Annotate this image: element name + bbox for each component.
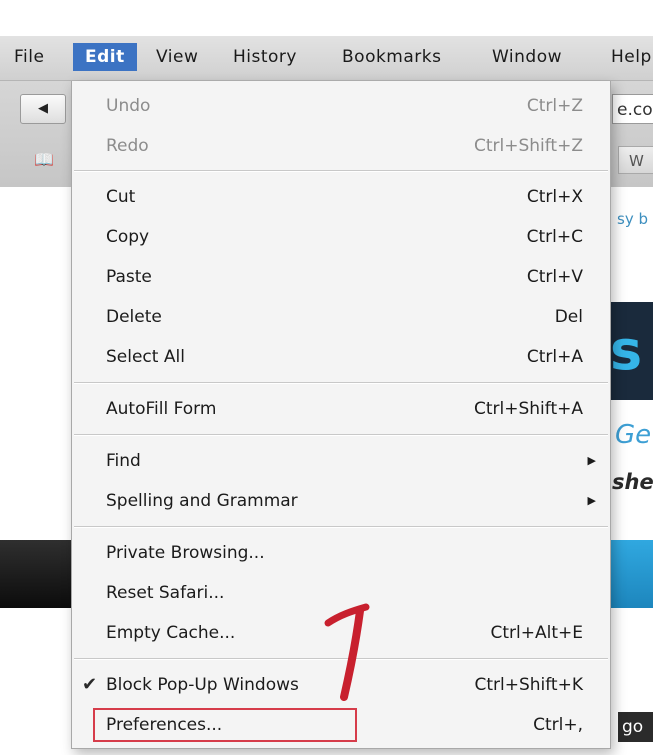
menu-item-autofill-form[interactable]: AutoFill Form Ctrl+Shift+A	[72, 391, 610, 427]
page-banner-fragment: s	[610, 302, 653, 400]
menu-edit[interactable]: Edit	[73, 43, 137, 71]
menu-item-label: Copy	[106, 227, 150, 247]
page-dark-band	[0, 540, 80, 608]
menu-bar: File Edit View History Bookmarks Window …	[0, 36, 653, 81]
menu-item-shortcut: Ctrl+Z	[526, 96, 583, 116]
menu-item-label: Reset Safari...	[106, 583, 225, 603]
bookmarks-book-icon[interactable]: 📖	[22, 146, 66, 174]
menu-separator	[74, 170, 608, 172]
menu-help[interactable]: Help	[611, 47, 652, 67]
menu-item-shortcut: Ctrl+X	[526, 187, 583, 207]
bookmark-bar-item[interactable]: W	[618, 146, 653, 174]
address-bar[interactable]: e.co	[612, 94, 653, 124]
menu-separator	[74, 434, 608, 436]
menu-item-shortcut: Del	[554, 307, 583, 327]
menu-item-label: Undo	[106, 96, 151, 116]
submenu-arrow-icon: ▶	[587, 454, 596, 467]
menu-item-cut[interactable]: Cut Ctrl+X	[72, 179, 610, 215]
page-tagline-fragment: Ge	[615, 420, 652, 450]
menu-item-label: AutoFill Form	[106, 399, 217, 419]
page-subtitle-fragment: she	[612, 470, 653, 494]
menu-item-redo[interactable]: Redo Ctrl+Shift+Z	[72, 128, 610, 164]
menu-view[interactable]: View	[156, 47, 198, 67]
preferences-highlight-box	[93, 708, 357, 742]
menu-item-label: Cut	[106, 187, 136, 207]
menu-window[interactable]: Window	[492, 47, 562, 67]
menu-item-find[interactable]: Find ▶	[72, 443, 610, 479]
menu-item-copy[interactable]: Copy Ctrl+C	[72, 219, 610, 255]
menu-item-shortcut: Ctrl+,	[533, 715, 583, 735]
menu-item-label: Block Pop-Up Windows	[106, 675, 299, 695]
menu-item-shortcut: Ctrl+Alt+E	[490, 623, 584, 643]
page-footer-fragment: go	[618, 712, 653, 742]
back-button[interactable]: ◀	[20, 94, 66, 124]
menu-item-shortcut: Ctrl+C	[526, 227, 583, 247]
menu-separator	[74, 382, 608, 384]
menu-item-label: Paste	[106, 267, 152, 287]
menu-item-shortcut: Ctrl+Shift+A	[473, 399, 583, 419]
page-link-fragment[interactable]: sy b	[617, 210, 648, 228]
menu-item-shortcut: Ctrl+V	[526, 267, 583, 287]
menu-item-paste[interactable]: Paste Ctrl+V	[72, 259, 610, 295]
menu-item-delete[interactable]: Delete Del	[72, 299, 610, 335]
menu-separator	[74, 526, 608, 528]
menu-item-label: Spelling and Grammar	[106, 491, 298, 511]
menu-history[interactable]: History	[233, 47, 297, 67]
menu-item-shortcut: Ctrl+Shift+K	[474, 675, 583, 695]
edit-menu-dropdown: Undo Ctrl+Z Redo Ctrl+Shift+Z Cut Ctrl+X…	[71, 81, 611, 749]
menu-item-spelling-and-grammar[interactable]: Spelling and Grammar ▶	[72, 483, 610, 519]
menu-bookmarks[interactable]: Bookmarks	[342, 47, 441, 67]
menu-item-label: Redo	[106, 136, 149, 156]
menu-item-select-all[interactable]: Select All Ctrl+A	[72, 339, 610, 375]
menu-item-label: Private Browsing...	[106, 543, 265, 563]
menu-item-shortcut: Ctrl+A	[526, 347, 583, 367]
menu-item-undo[interactable]: Undo Ctrl+Z	[72, 88, 610, 124]
menu-item-private-browsing[interactable]: Private Browsing...	[72, 535, 610, 571]
submenu-arrow-icon: ▶	[587, 494, 596, 507]
menu-file[interactable]: File	[14, 47, 44, 67]
menu-item-label: Delete	[106, 307, 162, 327]
menu-item-label: Empty Cache...	[106, 623, 236, 643]
checkmark-icon: ✔	[82, 674, 98, 695]
menu-item-label: Select All	[106, 347, 185, 367]
menu-item-label: Find	[106, 451, 141, 471]
annotation-number-one	[324, 603, 370, 701]
menu-item-shortcut: Ctrl+Shift+Z	[473, 136, 583, 156]
